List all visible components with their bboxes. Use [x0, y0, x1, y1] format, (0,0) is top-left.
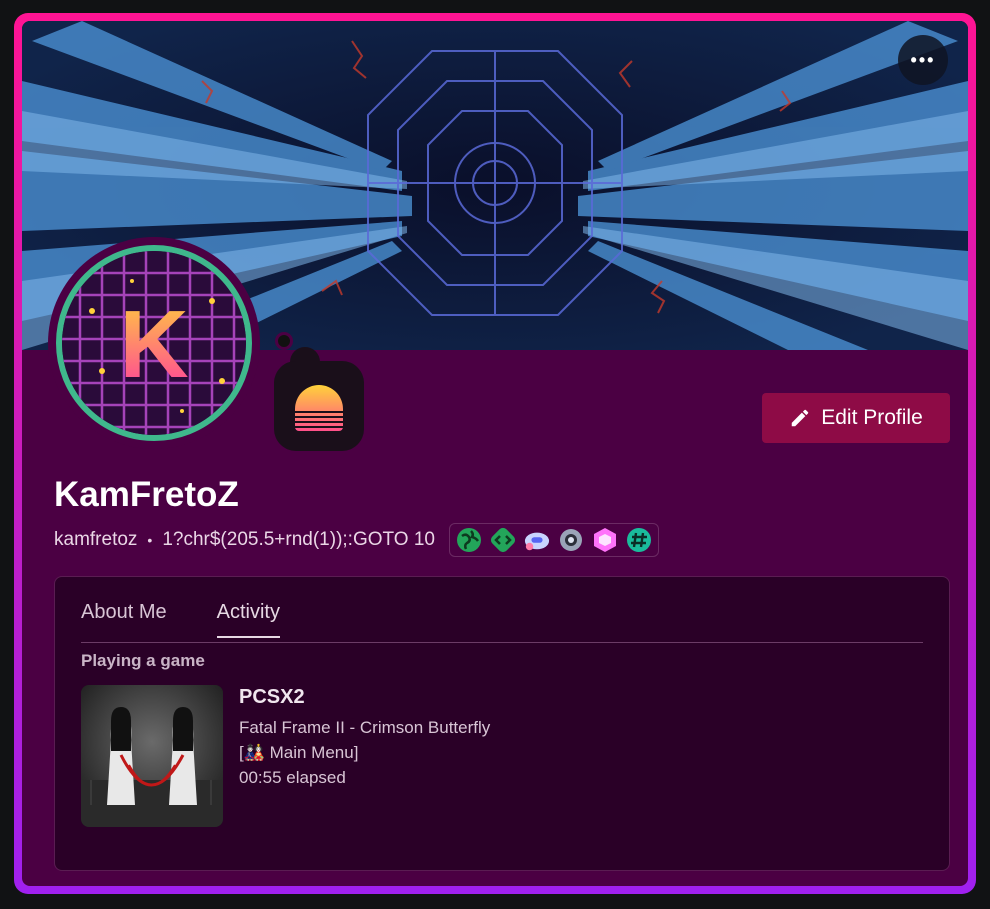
- tab-activity[interactable]: Activity: [216, 601, 280, 638]
- orb-badge-icon[interactable]: [558, 527, 584, 553]
- profile-card-border: ••• K Edit Profile KamFretoZ kamfretoz •…: [14, 13, 976, 894]
- dev-badge-icon[interactable]: [490, 527, 516, 553]
- sunset-icon: [292, 385, 346, 431]
- edit-profile-label: Edit Profile: [821, 406, 923, 429]
- more-options-button[interactable]: •••: [898, 35, 948, 85]
- profile-tabs: About Me Activity: [81, 601, 280, 638]
- quest-badge-icon[interactable]: [524, 527, 550, 553]
- profile-meta: kamfretoz • 1?chr$(205.5+rnd(1));:GOTO 1…: [54, 523, 659, 557]
- display-name: KamFretoZ: [54, 475, 239, 514]
- profile-card: ••• K Edit Profile KamFretoZ kamfretoz •…: [22, 21, 968, 886]
- profile-panel: About Me Activity Playing a game PCSX2 F…: [54, 576, 950, 871]
- avatar[interactable]: K: [56, 245, 252, 441]
- custom-status: 1?chr$(205.5+rnd(1));:GOTO 10: [162, 529, 435, 550]
- tab-divider: [81, 642, 923, 643]
- more-icon: •••: [910, 49, 936, 70]
- game-elapsed: 00:55 elapsed: [239, 768, 346, 787]
- tab-about-me[interactable]: About Me: [81, 601, 167, 638]
- avatar-image: K: [62, 251, 246, 435]
- activity-section-label: Playing a game: [81, 651, 205, 670]
- status-indicator: [275, 332, 293, 350]
- pencil-icon: [791, 409, 809, 427]
- game-title: PCSX2: [239, 686, 305, 708]
- game-cover-image: [81, 685, 223, 827]
- profile-decoration[interactable]: [274, 361, 364, 451]
- edit-profile-button[interactable]: Edit Profile: [762, 393, 950, 443]
- svg-text:K: K: [119, 291, 188, 398]
- separator: •: [147, 532, 153, 548]
- globe-badge-icon[interactable]: [456, 527, 482, 553]
- game-details: Fatal Frame II - Crimson Butterfly: [239, 718, 491, 737]
- hashtag-badge-icon[interactable]: [626, 527, 652, 553]
- nitro-badge-icon[interactable]: [592, 527, 618, 553]
- game-info: PCSX2 Fatal Frame II - Crimson Butterfly…: [239, 686, 490, 790]
- badge-list: [448, 523, 659, 557]
- username[interactable]: kamfretoz: [54, 529, 137, 551]
- game-state: [🎎 Main Menu]: [239, 743, 359, 762]
- avatar-frame: K: [48, 237, 260, 449]
